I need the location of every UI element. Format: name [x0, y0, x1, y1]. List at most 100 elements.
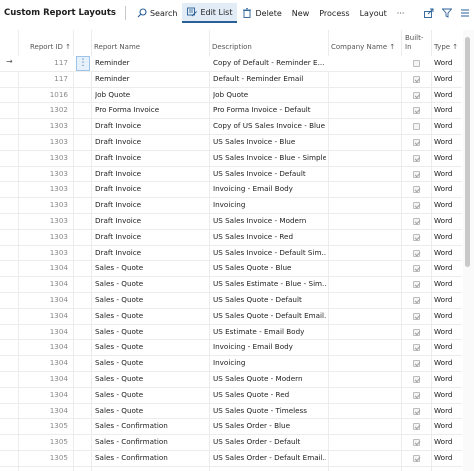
report-id-cell[interactable]: 1304	[20, 311, 68, 320]
table-row[interactable]: 1304 Sales - Quote US Sales Quote - Timele…	[0, 404, 462, 420]
description-cell[interactable]: US Sales Quote - Red	[213, 390, 326, 399]
column-header-report-id[interactable]: Report ID ↑	[30, 43, 71, 51]
description-cell[interactable]: Invoicing	[213, 200, 326, 209]
type-cell[interactable]: Word	[434, 374, 462, 383]
report-name-cell[interactable]: Sales - Quote	[95, 327, 207, 336]
report-name-cell[interactable]: Draft Invoice	[95, 184, 207, 193]
report-name-cell[interactable]: Sales - Quote	[95, 406, 207, 415]
report-id-cell[interactable]: 1303	[20, 200, 68, 209]
report-id-cell[interactable]: 1304	[20, 279, 68, 288]
table-row[interactable]: 1303 Draft Invoice Invoicing Word	[0, 198, 462, 214]
description-cell[interactable]: US Sales Estimate - Blue - Sim...	[213, 279, 326, 288]
description-cell[interactable]: US Sales Order - Default Email...	[213, 453, 326, 462]
description-cell[interactable]: US Sales Quote - Default Email...	[213, 311, 326, 320]
table-row[interactable]: 1303 Draft Invoice US Sales Invoice - Defa…	[0, 246, 462, 262]
column-header-type[interactable]: Type ↑	[434, 43, 458, 51]
type-cell[interactable]: Word	[434, 58, 462, 67]
report-name-cell[interactable]: Pro Forma Invoice	[95, 105, 207, 114]
table-row[interactable]: 1304 Sales - Quote Invoicing - Email Body W…	[0, 340, 462, 357]
report-id-cell[interactable]: 1304	[20, 406, 68, 415]
description-cell[interactable]: Invoicing - Email Body	[213, 184, 326, 193]
report-name-cell[interactable]: Draft Invoice	[95, 216, 207, 225]
report-name-cell[interactable]: Sales - Quote	[95, 374, 207, 383]
table-row[interactable]: 1304 Sales - Quote Invoicing Word	[0, 356, 462, 372]
report-name-cell[interactable]: Sales - Quote	[95, 295, 207, 304]
table-row[interactable]: 1304 Sales - Quote US Sales Quote - Defaul…	[0, 293, 462, 309]
table-row[interactable]: 1305 Sales - Confirmation US Sales Order -…	[0, 419, 462, 436]
report-id-cell[interactable]: 1304	[20, 374, 68, 383]
report-name-cell[interactable]: Sales - Quote	[95, 311, 207, 320]
report-id-cell[interactable]: 1304	[20, 358, 68, 367]
report-name-cell[interactable]: Draft Invoice	[95, 248, 207, 257]
vertical-scrollbar-thumb[interactable]	[465, 37, 470, 267]
type-cell[interactable]: Word	[434, 232, 462, 241]
description-cell[interactable]: US Sales Quote - Blue	[213, 263, 326, 272]
table-row[interactable]: 1303 Draft Invoice US Sales Invoice - Defa…	[0, 167, 462, 183]
report-id-cell[interactable]: 117	[20, 58, 68, 67]
description-cell[interactable]: US Sales Invoice - Modern	[213, 216, 326, 225]
description-cell[interactable]: Invoicing - Email Body	[213, 342, 326, 351]
description-cell[interactable]: Job Quote	[213, 90, 326, 99]
report-id-cell[interactable]: 1303	[20, 248, 68, 257]
layout-menu[interactable]: Layout	[355, 3, 392, 23]
report-id-cell[interactable]: 1303	[20, 184, 68, 193]
report-name-cell[interactable]: Sales - Quote	[95, 279, 207, 288]
report-id-cell[interactable]: 1304	[20, 390, 68, 399]
new-button[interactable]: New	[287, 3, 314, 23]
table-row[interactable]: 117 Reminder Default - Reminder Email Word	[0, 72, 462, 88]
description-cell[interactable]: US Sales Invoice - Blue - Simple	[213, 153, 326, 162]
report-name-cell[interactable]: Draft Invoice	[95, 200, 207, 209]
report-id-cell[interactable]: 1304	[20, 342, 68, 351]
report-id-cell[interactable]: 1303	[20, 153, 68, 162]
type-cell[interactable]: Word	[434, 358, 462, 367]
table-row[interactable]: 1304 Sales - Quote US Sales Quote - Modern…	[0, 372, 462, 388]
report-id-cell[interactable]: 1303	[20, 216, 68, 225]
report-name-cell[interactable]: Sales - Quote	[95, 342, 207, 351]
report-name-cell[interactable]: Sales - Confirmation	[95, 437, 207, 446]
column-header-built-in-line1[interactable]: Built-	[405, 34, 423, 42]
report-id-cell[interactable]: 1303	[20, 232, 68, 241]
table-row[interactable]: 1302 Pro Forma Invoice Pro Forma Invoice -…	[0, 103, 462, 120]
table-row[interactable]: 1303 Draft Invoice US Sales Invoice - Blue…	[0, 151, 462, 167]
more-options-button[interactable]: ···	[392, 3, 410, 23]
table-row[interactable]: 1303 Draft Invoice US Sales Invoice - Red W…	[0, 230, 462, 246]
report-id-cell[interactable]: 1016	[20, 90, 68, 99]
description-cell[interactable]: US Estimate - Email Body	[213, 327, 326, 336]
report-name-cell[interactable]: Sales - Quote	[95, 358, 207, 367]
table-row[interactable]: 1304 Sales - Quote US Sales Estimate - Blu…	[0, 277, 462, 293]
type-cell[interactable]: Word	[434, 169, 462, 178]
description-cell[interactable]: Copy of Default - Reminder E...	[213, 58, 326, 67]
type-cell[interactable]: Word	[434, 390, 462, 399]
row-actions-button[interactable]: ⋮	[76, 56, 90, 71]
description-cell[interactable]: US Sales Quote - Modern	[213, 374, 326, 383]
type-cell[interactable]: Word	[434, 105, 462, 114]
report-name-cell[interactable]: Sales - Confirmation	[95, 453, 207, 462]
report-name-cell[interactable]: Reminder	[95, 74, 207, 83]
type-cell[interactable]: Word	[434, 263, 462, 272]
description-cell[interactable]: Pro Forma Invoice - Default	[213, 105, 326, 114]
share-icon[interactable]	[424, 8, 434, 18]
description-cell[interactable]: Default - Reminder Email	[213, 74, 326, 83]
type-cell[interactable]: Word	[434, 153, 462, 162]
type-cell[interactable]: Word	[434, 421, 462, 430]
type-cell[interactable]: Word	[434, 200, 462, 209]
description-cell[interactable]: US Sales Order - Default	[213, 437, 326, 446]
table-row[interactable]: 1304 Sales - Quote US Sales Quote - Defaul…	[0, 309, 462, 325]
process-menu[interactable]: Process	[314, 3, 354, 23]
report-name-cell[interactable]: Draft Invoice	[95, 137, 207, 146]
column-header-report-name[interactable]: Report Name	[94, 43, 140, 51]
column-header-company-name[interactable]: Company Name ↑	[331, 43, 395, 51]
search-button[interactable]: Search	[132, 3, 182, 23]
description-cell[interactable]: US Sales Invoice - Default Sim...	[213, 248, 326, 257]
report-name-cell[interactable]: Job Quote	[95, 90, 207, 99]
table-row[interactable]: 1303 Draft Invoice Invoicing - Email Body W…	[0, 182, 462, 199]
type-cell[interactable]: Word	[434, 342, 462, 351]
description-cell[interactable]: US Sales Invoice - Blue	[213, 137, 326, 146]
type-cell[interactable]: Word	[434, 453, 462, 462]
type-cell[interactable]: Word	[434, 90, 462, 99]
report-name-cell[interactable]: Sales - Quote	[95, 263, 207, 272]
type-cell[interactable]: Word	[434, 295, 462, 304]
description-cell[interactable]: US Sales Order - Blue	[213, 421, 326, 430]
report-name-cell[interactable]: Sales - Confirmation	[95, 421, 207, 430]
description-cell[interactable]: US Sales Invoice - Default	[213, 169, 326, 178]
